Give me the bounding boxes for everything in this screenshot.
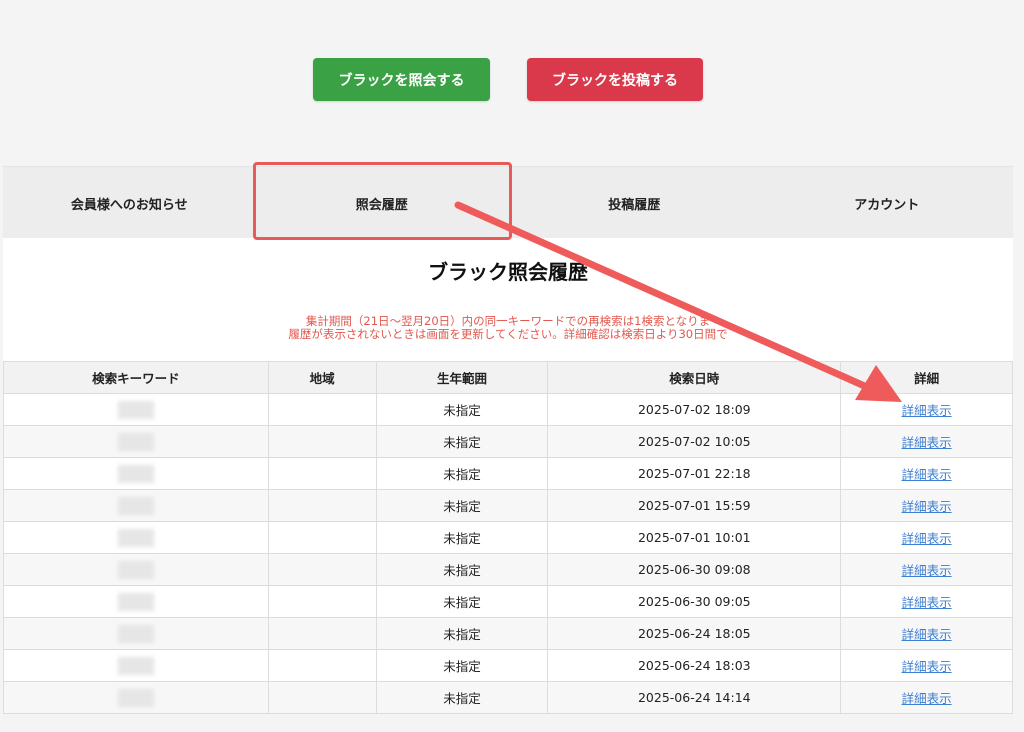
redacted-keyword [117, 496, 154, 515]
redacted-keyword [117, 624, 154, 643]
redacted-keyword [117, 656, 154, 675]
tab-member-notices[interactable]: 会員様へのお知らせ [3, 167, 256, 239]
keyword-cell [3, 681, 269, 714]
keyword-cell [3, 393, 269, 426]
detail-cell: 詳細表示 [840, 553, 1013, 586]
inquire-blacklist-button[interactable]: ブラックを照会する [313, 58, 490, 101]
region-cell [267, 489, 377, 522]
detail-cell: 詳細表示 [840, 457, 1013, 490]
datetime-cell: 2025-06-24 18:05 [547, 617, 842, 650]
table-row: 未指定 2025-07-02 18:09 詳細表示 [3, 393, 1013, 426]
keyword-cell [3, 425, 269, 458]
header-search-datetime: 検索日時 [547, 361, 842, 394]
header-birth-range: 生年範囲 [375, 361, 549, 394]
detail-link[interactable]: 詳細表示 [902, 531, 952, 546]
region-cell [267, 425, 377, 458]
detail-cell: 詳細表示 [840, 425, 1013, 458]
redacted-keyword [117, 400, 154, 419]
datetime-cell: 2025-07-01 15:59 [547, 489, 842, 522]
table-row: 未指定 2025-06-30 09:05 詳細表示 [3, 585, 1013, 618]
detail-cell: 詳細表示 [840, 521, 1013, 554]
redacted-keyword [117, 432, 154, 451]
history-panel: ブラック照会履歴 集計期間（21日～翌月20日）内の同一キーワードでの再検索は1… [3, 238, 1013, 714]
detail-cell: 詳細表示 [840, 649, 1013, 682]
header-region: 地域 [267, 361, 377, 394]
tab-inquiry-history[interactable]: 照会履歴 [256, 167, 509, 239]
detail-link[interactable]: 詳細表示 [902, 435, 952, 450]
birth-range-cell: 未指定 [375, 457, 549, 490]
keyword-cell [3, 649, 269, 682]
detail-cell: 詳細表示 [840, 585, 1013, 618]
datetime-cell: 2025-06-24 18:03 [547, 649, 842, 682]
redacted-keyword [117, 528, 154, 547]
datetime-cell: 2025-06-24 14:14 [547, 681, 842, 714]
notice-text: 集計期間（21日～翌月20日）内の同一キーワードでの再検索は1検索となりま 履歴… [3, 315, 1013, 341]
history-table: 検索キーワード 地域 生年範囲 検索日時 詳細 未指定 2025-07-02 1… [3, 361, 1013, 714]
tab-post-history[interactable]: 投稿履歴 [508, 167, 761, 239]
redacted-keyword [117, 688, 154, 707]
detail-link[interactable]: 詳細表示 [902, 691, 952, 706]
region-cell [267, 617, 377, 650]
table-row: 未指定 2025-07-01 22:18 詳細表示 [3, 457, 1013, 490]
datetime-cell: 2025-07-02 18:09 [547, 393, 842, 426]
birth-range-cell: 未指定 [375, 489, 549, 522]
keyword-cell [3, 553, 269, 586]
birth-range-cell: 未指定 [375, 425, 549, 458]
table-row: 未指定 2025-06-24 14:14 詳細表示 [3, 681, 1013, 714]
detail-cell: 詳細表示 [840, 489, 1013, 522]
table-row: 未指定 2025-07-01 15:59 詳細表示 [3, 489, 1013, 522]
tab-account[interactable]: アカウント [761, 167, 1014, 239]
detail-link[interactable]: 詳細表示 [902, 627, 952, 642]
keyword-cell [3, 521, 269, 554]
region-cell [267, 457, 377, 490]
detail-cell: 詳細表示 [840, 617, 1013, 650]
keyword-cell [3, 617, 269, 650]
header-detail: 詳細 [840, 361, 1013, 394]
detail-link[interactable]: 詳細表示 [902, 595, 952, 610]
page-title: ブラック照会履歴 [428, 260, 588, 284]
datetime-cell: 2025-07-01 22:18 [547, 457, 842, 490]
keyword-cell [3, 489, 269, 522]
birth-range-cell: 未指定 [375, 649, 549, 682]
region-cell [267, 649, 377, 682]
table-row: 未指定 2025-06-24 18:03 詳細表示 [3, 649, 1013, 682]
birth-range-cell: 未指定 [375, 617, 549, 650]
detail-link[interactable]: 詳細表示 [902, 467, 952, 482]
table-row: 未指定 2025-07-01 10:01 詳細表示 [3, 521, 1013, 554]
birth-range-cell: 未指定 [375, 681, 549, 714]
region-cell [267, 553, 377, 586]
birth-range-cell: 未指定 [375, 393, 549, 426]
keyword-cell [3, 457, 269, 490]
datetime-cell: 2025-07-02 10:05 [547, 425, 842, 458]
datetime-cell: 2025-06-30 09:05 [547, 585, 842, 618]
redacted-keyword [117, 464, 154, 483]
birth-range-cell: 未指定 [375, 585, 549, 618]
region-cell [267, 521, 377, 554]
detail-cell: 詳細表示 [840, 393, 1013, 426]
detail-cell: 詳細表示 [840, 681, 1013, 714]
redacted-keyword [117, 592, 154, 611]
table-row: 未指定 2025-07-02 10:05 詳細表示 [3, 425, 1013, 458]
post-blacklist-button[interactable]: ブラックを投稿する [527, 58, 703, 101]
notice-line-2: 履歴が表示されないときは画面を更新してください。詳細確認は検索日より30日間で [288, 327, 728, 341]
table-row: 未指定 2025-06-24 18:05 詳細表示 [3, 617, 1013, 650]
birth-range-cell: 未指定 [375, 553, 549, 586]
detail-link[interactable]: 詳細表示 [902, 563, 952, 578]
datetime-cell: 2025-06-30 09:08 [547, 553, 842, 586]
table-header-row: 検索キーワード 地域 生年範囲 検索日時 詳細 [3, 361, 1013, 394]
nav-tabs: 会員様へのお知らせ 照会履歴 投稿履歴 アカウント [3, 166, 1013, 239]
table-row: 未指定 2025-06-30 09:08 詳細表示 [3, 553, 1013, 586]
region-cell [267, 681, 377, 714]
region-cell [267, 393, 377, 426]
detail-link[interactable]: 詳細表示 [902, 659, 952, 674]
birth-range-cell: 未指定 [375, 521, 549, 554]
datetime-cell: 2025-07-01 10:01 [547, 521, 842, 554]
detail-link[interactable]: 詳細表示 [902, 403, 952, 418]
detail-link[interactable]: 詳細表示 [902, 499, 952, 514]
redacted-keyword [117, 560, 154, 579]
header-keyword: 検索キーワード [3, 361, 269, 394]
keyword-cell [3, 585, 269, 618]
region-cell [267, 585, 377, 618]
